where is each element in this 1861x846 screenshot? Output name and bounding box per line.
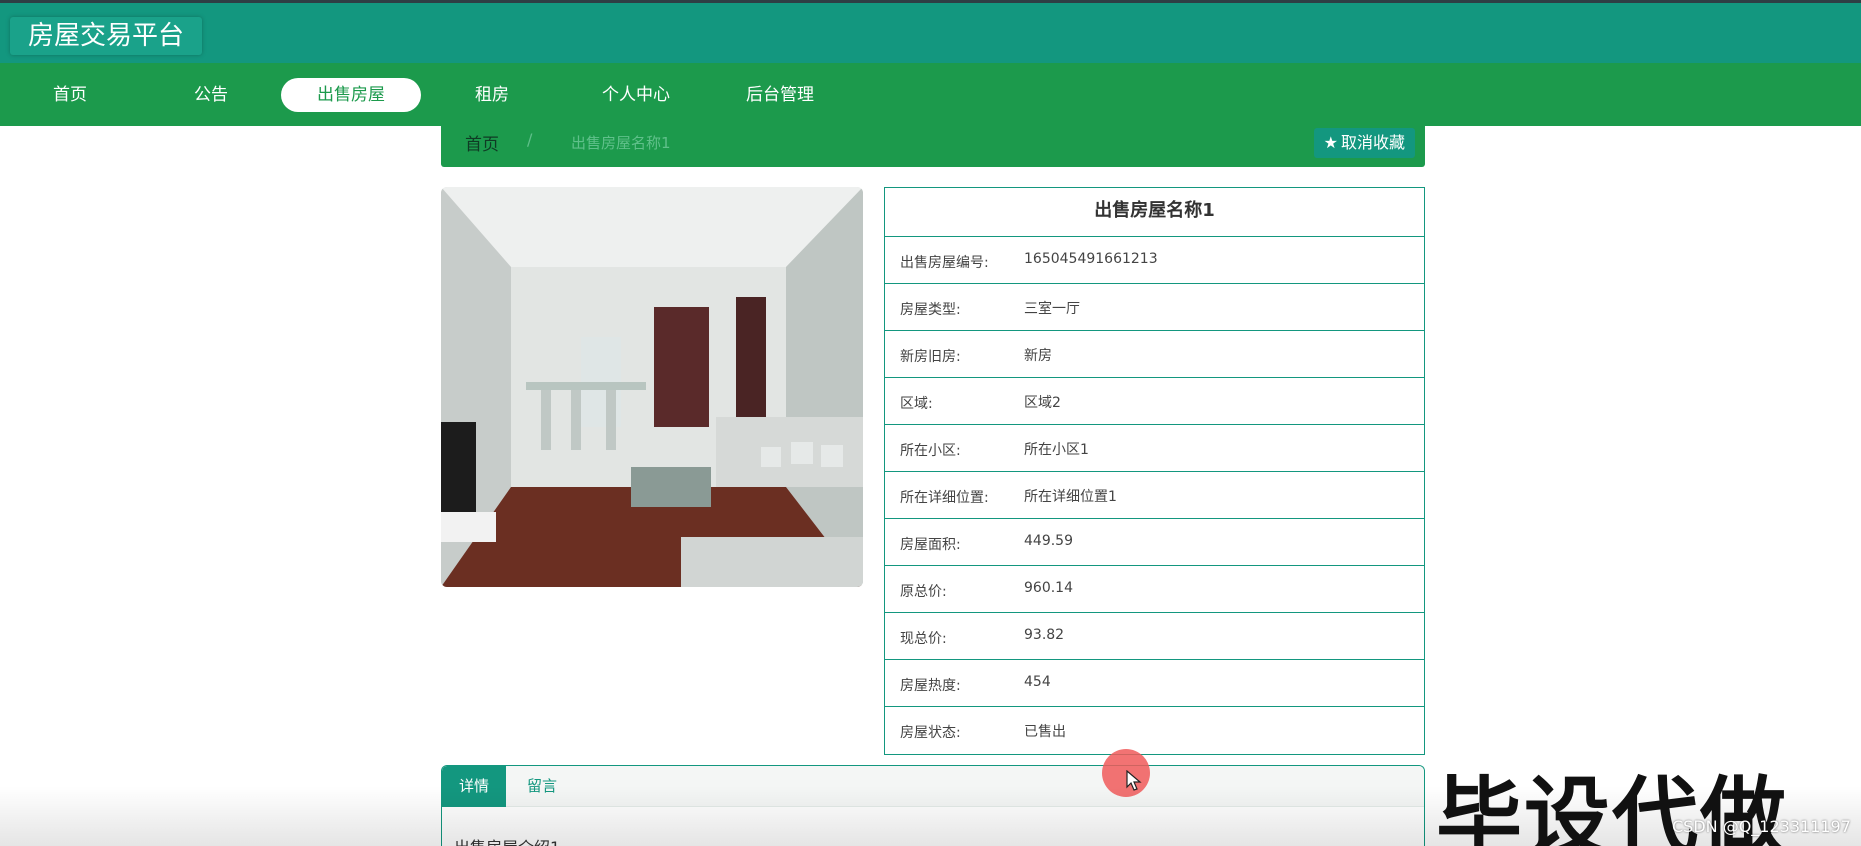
house-detail-table: 出售房屋名称1 出售房屋编号: 165045491661213 房屋类型: 三室一厅…	[884, 187, 1425, 755]
detail-label: 房屋类型:	[900, 302, 961, 318]
detail-label: 房屋面积:	[900, 537, 961, 553]
detail-label: 房屋热度:	[900, 678, 961, 694]
detail-row: 房屋类型: 三室一厅	[885, 284, 1424, 331]
detail-row: 出售房屋编号: 165045491661213	[885, 237, 1424, 284]
breadcrumb-home[interactable]: 首页	[465, 130, 499, 155]
detail-value: 已售出	[1024, 724, 1066, 740]
nav-item-houses-for-sale[interactable]: 出售房屋	[281, 78, 421, 112]
nav-item-home[interactable]: 首页	[0, 78, 140, 112]
nav-item-admin[interactable]: 后台管理	[710, 78, 850, 112]
detail-row: 新房旧房: 新房	[885, 331, 1424, 378]
detail-value: 454	[1024, 674, 1051, 690]
detail-row: 所在小区: 所在小区1	[885, 425, 1424, 472]
detail-label: 出售房屋编号:	[900, 255, 989, 271]
detail-value: 所在小区1	[1024, 442, 1089, 458]
breadcrumb: 首页 / 出售房屋名称1 ★ 取消收藏	[441, 126, 1425, 167]
site-header: 房屋交易平台	[0, 3, 1861, 63]
detail-value: 165045491661213	[1024, 251, 1158, 267]
detail-row: 所在详细位置: 所在详细位置1	[885, 472, 1424, 519]
tab-header: 详情 留言	[442, 766, 1424, 807]
detail-value: 960.14	[1024, 580, 1073, 596]
nav-item-announcement[interactable]: 公告	[141, 78, 281, 112]
nav-item-personal-center[interactable]: 个人中心	[566, 78, 706, 112]
unfavorite-label: 取消收藏	[1340, 133, 1405, 152]
site-title[interactable]: 房屋交易平台	[10, 17, 203, 55]
detail-row: 房屋面积: 449.59	[885, 519, 1424, 566]
house-title: 出售房屋名称1	[885, 188, 1424, 237]
breadcrumb-current: 出售房屋名称1	[571, 134, 671, 152]
tab-content: 出售房屋介绍1	[454, 834, 560, 846]
nav-item-rent[interactable]: 租房	[422, 78, 562, 112]
tab-details[interactable]: 详情	[442, 766, 507, 807]
detail-row: 区域: 区域2	[885, 378, 1424, 425]
detail-value: 449.59	[1024, 533, 1073, 549]
detail-label: 所在小区:	[900, 443, 961, 459]
detail-label: 所在详细位置:	[900, 490, 989, 506]
detail-value: 区域2	[1024, 395, 1061, 411]
detail-label: 新房旧房:	[900, 349, 961, 365]
tab-comments[interactable]: 留言	[510, 766, 574, 807]
detail-value: 新房	[1024, 348, 1052, 364]
detail-row: 原总价: 960.14	[885, 566, 1424, 613]
detail-row: 房屋状态: 已售出	[885, 707, 1424, 754]
detail-label: 房屋状态:	[900, 725, 961, 741]
breadcrumb-separator: /	[527, 130, 533, 149]
house-photo	[441, 187, 863, 587]
star-icon: ★	[1323, 133, 1338, 152]
csdn-credit: CSDN @Q_123311197	[1672, 817, 1851, 836]
detail-row: 现总价: 93.82	[885, 613, 1424, 660]
detail-tabs: 详情 留言 出售房屋介绍1	[441, 765, 1425, 846]
detail-row: 房屋热度: 454	[885, 660, 1424, 707]
detail-label: 原总价:	[900, 584, 947, 600]
mouse-cursor-icon	[1126, 770, 1142, 791]
detail-value: 所在详细位置1	[1024, 489, 1117, 505]
detail-label: 区域:	[900, 396, 933, 412]
detail-value: 93.82	[1024, 627, 1065, 643]
detail-value: 三室一厅	[1024, 301, 1080, 317]
main-nav: 首页 公告 出售房屋 租房 个人中心 后台管理	[0, 63, 1861, 126]
unfavorite-button[interactable]: ★ 取消收藏	[1313, 128, 1415, 158]
detail-label: 现总价:	[900, 631, 947, 647]
